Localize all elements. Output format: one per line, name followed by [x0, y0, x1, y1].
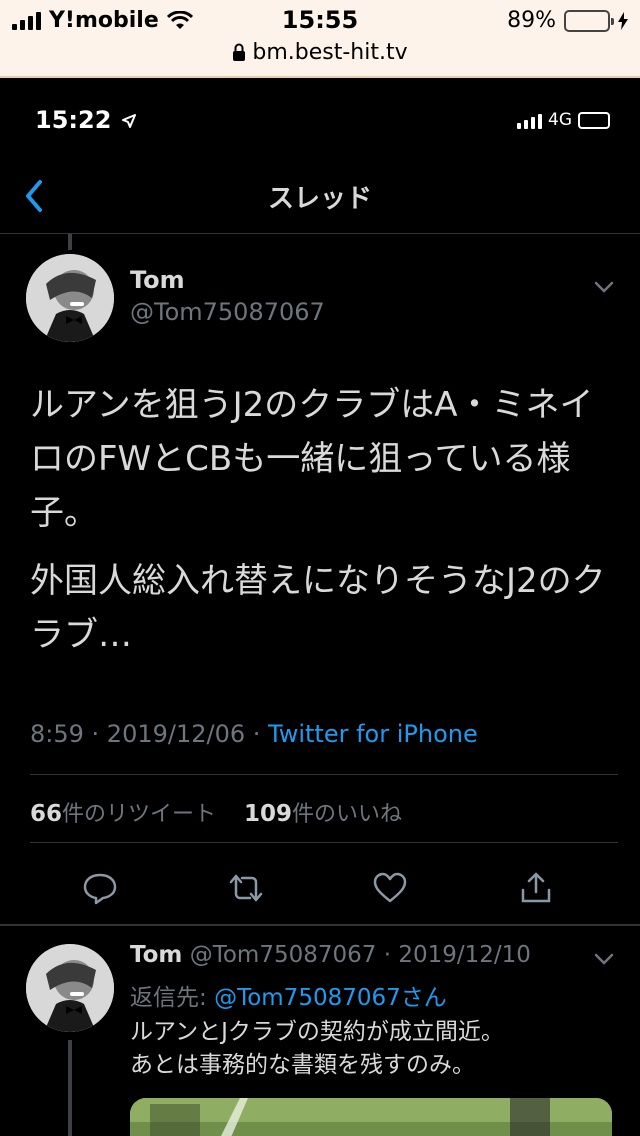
tweet-meta: 8:59 · 2019/12/06 · Twitter for iPhone — [30, 720, 478, 748]
chevron-down-icon[interactable] — [594, 952, 614, 966]
app-clock: 15:22 — [35, 106, 136, 134]
like-stat[interactable]: 109件のいいね — [244, 801, 402, 827]
reply-text: ルアンとJクラブの契約が成立間近。 あとは事務的な書類を残すのみ。 — [130, 1016, 610, 1082]
app-status-right: 4G — [517, 110, 610, 130]
thread-connector — [68, 234, 72, 250]
author-name[interactable]: Tom — [130, 266, 185, 294]
retweet-stat[interactable]: 66件のリツイート — [30, 801, 216, 827]
thread-header: スレッド — [0, 160, 640, 234]
page-title: スレッド — [267, 184, 372, 214]
charging-icon — [618, 11, 628, 30]
reply-text-line: ルアンとJクラブの契約が成立間近。 — [130, 1019, 504, 1045]
author-handle[interactable]: @Tom75087067 — [130, 298, 325, 326]
url-bar[interactable]: bm.best-hit.tv — [0, 40, 640, 65]
cell-signal-icon — [517, 111, 542, 129]
divider — [30, 774, 618, 775]
like-heart-icon[interactable] — [372, 870, 408, 906]
lock-icon — [233, 43, 246, 61]
battery-group: 89% — [507, 8, 628, 33]
battery-percent: 89% — [507, 8, 556, 33]
tweet-stats: 66件のリツイート 109件のいいね — [30, 796, 402, 828]
reply-avatar[interactable] — [26, 944, 114, 1032]
reply-author-handle[interactable]: @Tom75087067 — [190, 942, 377, 968]
reply-header: Tom @Tom75087067 · 2019/12/10 — [130, 942, 531, 968]
reply-text-line: あとは事務的な書類を残すのみ。 — [130, 1052, 475, 1078]
reply-date[interactable]: 2019/12/10 — [398, 942, 531, 968]
tweet-source[interactable]: Twitter for iPhone — [268, 720, 478, 748]
retweet-icon[interactable] — [228, 870, 264, 906]
reply-to-line: 返信先: @Tom75087067さん — [130, 978, 447, 1012]
tweet-date[interactable]: 2019/12/06 — [107, 720, 245, 748]
reply-author-name[interactable]: Tom — [130, 942, 182, 968]
battery-icon — [578, 111, 610, 129]
reply-to-handle[interactable]: @Tom75087067さん — [214, 985, 447, 1011]
battery-icon — [564, 9, 614, 32]
chevron-down-icon[interactable] — [594, 280, 614, 294]
divider — [30, 842, 618, 843]
url-text: bm.best-hit.tv — [252, 40, 408, 65]
network-label: 4G — [548, 110, 572, 130]
tweet-text: ルアンを狙うJ2のクラブはA・ミネイロのFWとCBも一緒に狙っている様子。 — [30, 385, 594, 533]
tweet-text-second: 外国人総入れ替えになりそうなJ2のクラブ… — [30, 561, 606, 655]
browser-status-bar: Y!mobile 15:55 89% bm.best-hit.tv — [0, 0, 640, 78]
thread-connector — [68, 1040, 72, 1136]
reply-media-image[interactable] — [130, 1098, 612, 1136]
share-icon[interactable] — [518, 870, 554, 906]
reply-to-label: 返信先: — [130, 985, 207, 1011]
avatar[interactable] — [26, 254, 114, 342]
tweet-separator — [0, 924, 640, 926]
app-status-bar: 15:22 4G — [0, 100, 640, 144]
reply-icon[interactable] — [82, 870, 118, 906]
tweet-time: 8:59 — [30, 720, 84, 748]
location-arrow-icon — [121, 114, 136, 128]
action-bar — [0, 860, 640, 916]
